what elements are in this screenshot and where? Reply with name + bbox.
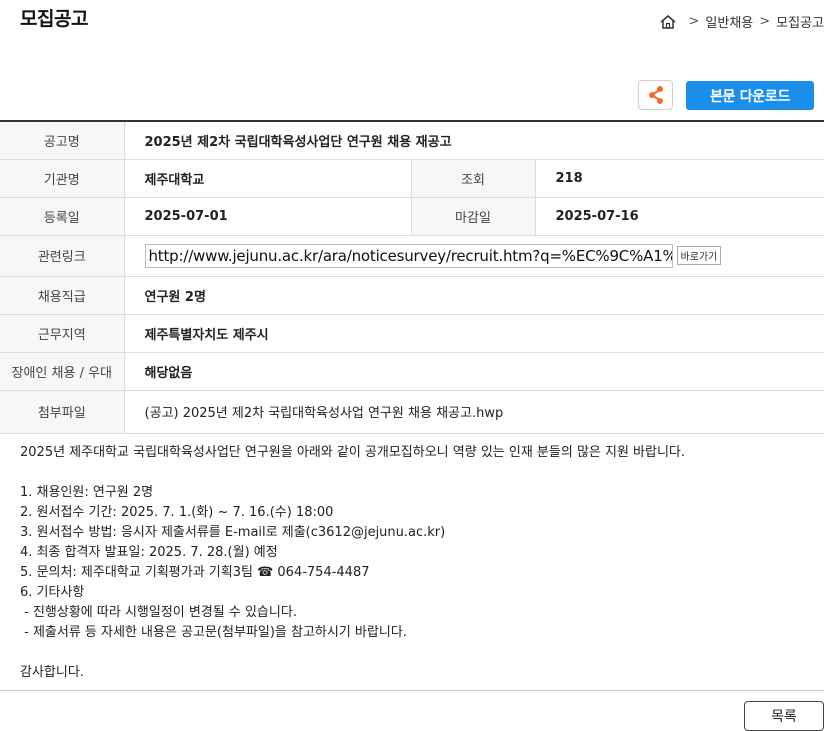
reg-date-value: 2025-07-01 — [124, 197, 412, 236]
deadline-value: 2025-07-16 — [535, 197, 824, 236]
rank-value: 연구원 2명 — [124, 276, 824, 315]
body-line — [20, 643, 810, 663]
notice-body: 2025년 제주대학교 국립대학육성사업단 연구원을 아래와 같이 공개모집하오… — [20, 443, 810, 683]
go-link-button[interactable]: 바로가기 — [676, 246, 722, 265]
list-button[interactable]: 목록 — [744, 701, 824, 731]
breadcrumb-item-general-hiring[interactable]: 일반채용 — [705, 12, 753, 31]
home-icon[interactable] — [659, 14, 677, 30]
share-icon — [648, 86, 663, 104]
breadcrumb-separator: > — [759, 14, 771, 29]
views-label: 조회 — [411, 159, 536, 198]
breadcrumb-separator: > — [688, 14, 700, 29]
related-link-label: 관련링크 — [0, 235, 125, 277]
download-body-button[interactable]: 본문 다운로드 — [686, 81, 814, 110]
body-line: 6. 기타사항 — [20, 585, 85, 600]
body-line: 2025년 제주대학교 국립대학육성사업단 연구원을 아래와 같이 공개모집하오… — [20, 445, 686, 460]
body-line: - 진행상황에 따라 시행일정이 변경될 수 있습니다. — [20, 605, 297, 620]
disability-value: 해당없음 — [124, 352, 824, 391]
attachment-label: 첨부파일 — [0, 390, 125, 434]
org-label: 기관명 — [0, 159, 125, 198]
body-line: 감사합니다. — [20, 665, 84, 680]
body-line: 3. 원서접수 방법: 응시자 제출서류를 E-mail로 제출(c3612@j… — [20, 525, 446, 540]
region-value: 제주특별자치도 제주시 — [124, 314, 824, 353]
rank-label: 채용직급 — [0, 276, 125, 315]
notice-info-table: 공고명 2025년 제2차 국립대학육성사업단 연구원 채용 재공고 기관명 제… — [0, 120, 824, 434]
attachment-link[interactable]: (공고) 2025년 제2차 국립대학육성사업 연구원 채용 채공고.hwp — [124, 390, 824, 434]
deadline-label: 마감일 — [411, 197, 536, 236]
notice-name-label: 공고명 — [0, 121, 125, 160]
breadcrumb-item-recruitment[interactable]: 모집공고 — [776, 12, 824, 31]
org-value: 제주대학교 — [124, 159, 412, 198]
body-line — [20, 463, 810, 483]
disability-label: 장애인 채용 / 우대 — [0, 352, 125, 391]
related-link-cell: http://www.jejunu.ac.kr/ara/noticesurvey… — [124, 235, 824, 277]
share-button[interactable] — [638, 80, 673, 110]
body-line: 2. 원서접수 기간: 2025. 7. 1.(화) ~ 7. 16.(수) 1… — [20, 505, 334, 520]
region-label: 근무지역 — [0, 314, 125, 353]
divider — [0, 690, 824, 691]
body-line: 4. 최종 합격자 발표일: 2025. 7. 28.(월) 예정 — [20, 545, 278, 560]
views-value: 218 — [535, 159, 824, 198]
body-line: 1. 채용인원: 연구원 2명 — [20, 485, 154, 500]
related-link-field[interactable]: http://www.jejunu.ac.kr/ara/noticesurvey… — [144, 243, 673, 268]
reg-date-label: 등록일 — [0, 197, 125, 236]
body-line: - 제출서류 등 자세한 내용은 공고문(첨부파일)을 참고하시기 바랍니다. — [20, 625, 407, 640]
body-line: 5. 문의처: 제주대학교 기획평가과 기획3팀 ☎ 064-754-4487 — [20, 565, 370, 580]
page-title: 모집공고 — [20, 8, 88, 30]
notice-name-value: 2025년 제2차 국립대학육성사업단 연구원 채용 재공고 — [124, 121, 824, 160]
breadcrumb: > 일반채용 > 모집공고 — [659, 12, 824, 31]
